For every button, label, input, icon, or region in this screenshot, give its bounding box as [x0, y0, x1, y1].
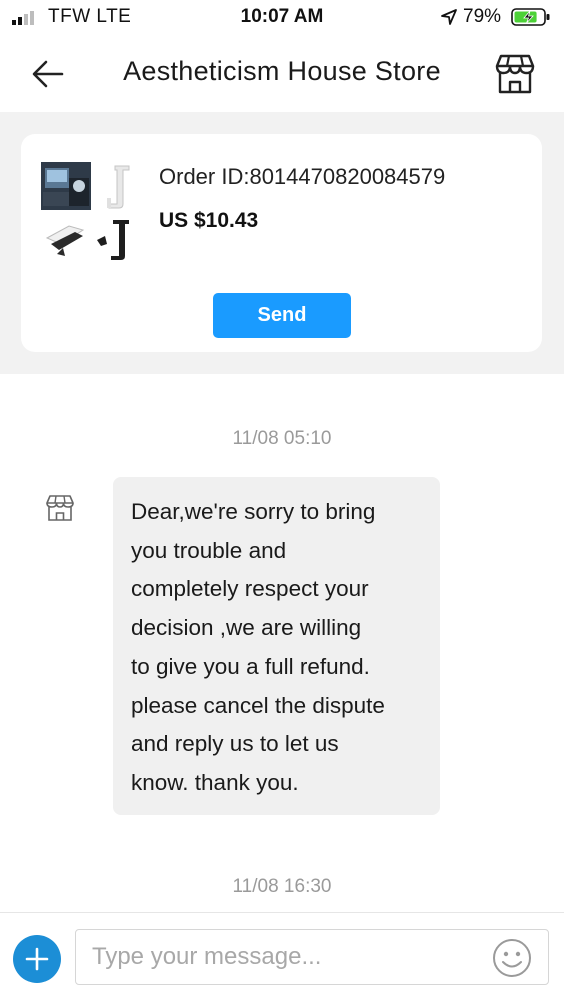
- emoji-button[interactable]: [492, 938, 532, 978]
- battery-percent: 79%: [463, 6, 502, 27]
- send-order-button[interactable]: Send: [213, 293, 351, 338]
- message-bubble: Dear,we're sorry to bring you trouble an…: [113, 477, 440, 815]
- store-button[interactable]: [492, 52, 538, 96]
- nav-bar: Aestheticism House Store: [0, 36, 564, 112]
- add-attachment-button[interactable]: [13, 935, 61, 983]
- order-price: US $10.43: [159, 209, 259, 232]
- message-input[interactable]: [75, 929, 549, 985]
- smiley-icon: [493, 939, 531, 977]
- status-bar: TFW LTE 10:07 AM 79%: [0, 0, 564, 36]
- chat-history[interactable]: 11/08 05:10 Dear,we're sorry to bring yo…: [0, 374, 564, 912]
- plus-icon: [25, 947, 49, 971]
- message-timestamp: 11/08 16:30: [232, 876, 332, 897]
- page-title: Aestheticism House Store: [123, 56, 441, 86]
- message-timestamp: 11/08 05:10: [232, 428, 332, 449]
- storefront-icon: [495, 54, 535, 94]
- product-thumbnail: [39, 160, 143, 264]
- location-arrow-icon: [441, 9, 457, 25]
- order-id: Order ID:8014470820084579: [159, 164, 446, 189]
- storefront-icon: [46, 495, 74, 521]
- order-section: Order ID:8014470820084579 US $10.43 Send: [0, 112, 564, 374]
- battery-charging-icon: [511, 8, 550, 26]
- composer-bar: [0, 912, 564, 1000]
- order-card[interactable]: Order ID:8014470820084579 US $10.43 Send: [21, 134, 542, 352]
